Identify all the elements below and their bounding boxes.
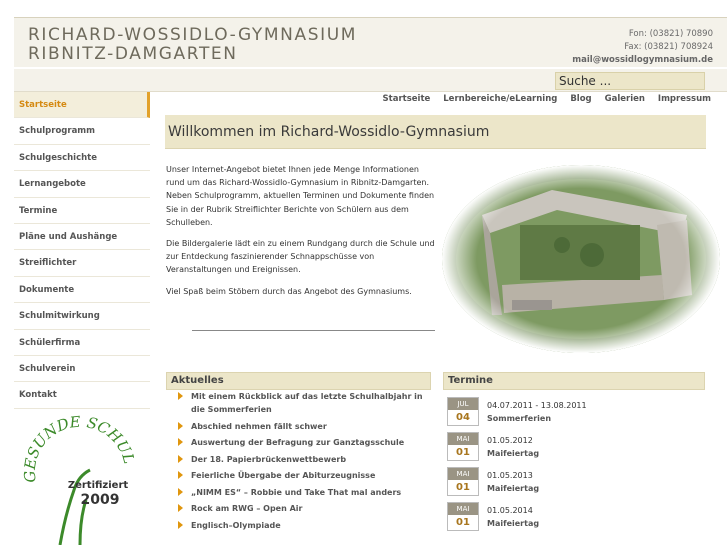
bullet-arrow-icon — [178, 438, 183, 446]
news-list: Mit einem Rückblick auf das letzte Schul… — [166, 390, 431, 535]
intro-paragraph-3: Viel Spaß beim Stöbern durch das Angebot… — [166, 286, 412, 296]
sidebar-item-schulmitwirkung[interactable]: Schulmitwirkung — [14, 303, 150, 330]
event-name: Maifeiertag — [487, 519, 540, 528]
event-date: 04.07.2011 - 13.08.2011 — [487, 401, 587, 410]
news-item[interactable]: Auswertung der Befragung zur Ganztagssch… — [166, 436, 431, 449]
sidebar-item-plaene[interactable]: Pläne und Aushänge — [14, 224, 150, 251]
logo-year: 2009 — [81, 492, 120, 508]
topnav-blog[interactable]: Blog — [570, 94, 591, 104]
top-nav: Startseite Lernbereiche/eLearning Blog G… — [373, 94, 711, 104]
topnav-galerien[interactable]: Galerien — [605, 94, 645, 104]
calendar-icon: MAI 01 — [447, 432, 479, 461]
news-item[interactable]: Abschied nehmen fällt schwer — [166, 420, 431, 433]
sidebar-item-streiflichter[interactable]: Streiflichter — [14, 250, 150, 277]
news-item[interactable]: Feierliche Übergabe der Abiturzeugnisse — [166, 469, 431, 482]
school-name-line2: RIBNITZ-DAMGARTEN — [28, 44, 238, 64]
intro-paragraph-1: Unser Internet-Angebot bietet Ihnen jede… — [166, 165, 435, 227]
calendar-icon: JUL 04 — [447, 397, 479, 426]
sidebar-item-lernangebote[interactable]: Lernangebote — [14, 171, 150, 198]
logo-arc-text: GESUNDE SCHULE — [22, 412, 134, 483]
intro-paragraph-2: Die Bildergalerie lädt ein zu einem Rund… — [166, 239, 435, 275]
bullet-arrow-icon — [178, 504, 183, 512]
sidebar-item-schulgeschichte[interactable]: Schulgeschichte — [14, 145, 150, 172]
news-item[interactable]: Rock am RWG – Open Air — [166, 502, 431, 515]
sidebar-item-termine[interactable]: Termine — [14, 198, 150, 224]
divider — [192, 330, 435, 331]
calendar-icon: MAI 01 — [447, 467, 479, 496]
sidebar-item-kontakt[interactable]: Kontakt — [14, 382, 150, 409]
event-item[interactable]: MAI 01 01.05.2013 Maifeiertag — [445, 465, 705, 500]
bullet-arrow-icon — [178, 471, 183, 479]
school-aerial-photo — [442, 165, 720, 353]
event-name: Maifeiertag — [487, 484, 540, 493]
event-date: 01.05.2014 — [487, 506, 533, 515]
event-item[interactable]: MAI 01 01.05.2012 Maifeiertag — [445, 430, 705, 465]
fax: Fax: (03821) 708924 — [624, 42, 713, 52]
search-input[interactable]: Suche ... — [555, 72, 705, 90]
sidebar-item-schuelerfirma[interactable]: Schülerfirma — [14, 330, 150, 356]
intro-text: Unser Internet-Angebot bietet Ihnen jede… — [166, 163, 436, 306]
event-item[interactable]: MAI 01 01.05.2014 Maifeiertag — [445, 500, 705, 535]
event-item[interactable]: JUL 04 04.07.2011 - 13.08.2011 Sommerfer… — [445, 395, 705, 430]
site-header: RICHARD-WOSSIDLO-GYMNASIUM RIBNITZ-DAMGA… — [14, 17, 727, 67]
bullet-arrow-icon — [178, 421, 183, 430]
email-link[interactable]: mail@wossidlogymnasium.de — [572, 54, 713, 67]
logo-certified: Zertifiziert — [68, 480, 129, 491]
topnav-impressum[interactable]: Impressum — [658, 94, 711, 104]
topnav-lernbereiche[interactable]: Lernbereiche/eLearning — [443, 94, 557, 104]
bullet-arrow-icon — [178, 392, 183, 400]
events-list: JUL 04 04.07.2011 - 13.08.2011 Sommerfer… — [445, 395, 705, 535]
sidebar-item-schulprogramm[interactable]: Schulprogramm — [14, 118, 150, 145]
contact-info: Fon: (03821) 70890 Fax: (03821) 708924 m… — [572, 28, 713, 67]
news-panel-title: Aktuelles — [166, 372, 431, 390]
sidebar-item-startseite[interactable]: Startseite — [14, 92, 150, 119]
school-name[interactable]: RICHARD-WOSSIDLO-GYMNASIUM RIBNITZ-DAMGA… — [28, 26, 357, 64]
bullet-arrow-icon — [178, 487, 183, 496]
gesunde-schule-logo: GESUNDE SCHULE Zertifiziert 2009 — [22, 412, 134, 545]
topnav-startseite[interactable]: Startseite — [383, 94, 431, 104]
sidebar-nav: Startseite Schulprogramm Schulgeschichte… — [14, 92, 150, 409]
news-item[interactable]: Mit einem Rückblick auf das letzte Schul… — [166, 390, 431, 416]
sidebar-item-schulverein[interactable]: Schulverein — [14, 356, 150, 383]
welcome-header: Willkommen im Richard-Wossidlo-Gymnasium — [165, 115, 706, 149]
calendar-icon: MAI 01 — [447, 502, 479, 531]
bullet-arrow-icon — [178, 454, 183, 463]
event-date: 01.05.2012 — [487, 436, 533, 445]
school-name-line1: RICHARD-WOSSIDLO-GYMNASIUM — [28, 25, 358, 45]
news-item[interactable]: Der 18. Papierbrückenwettbewerb — [166, 453, 431, 466]
event-date: 01.05.2013 — [487, 471, 533, 480]
bullet-arrow-icon — [178, 520, 183, 529]
news-item[interactable]: „NIMM ES“ – Robbie und Take That mal and… — [166, 486, 431, 499]
phone: Fon: (03821) 70890 — [628, 29, 713, 39]
sidebar-item-dokumente[interactable]: Dokumente — [14, 277, 150, 304]
news-item[interactable]: Englisch–Olympiade — [166, 519, 431, 532]
event-name: Maifeiertag — [487, 449, 540, 458]
events-panel-title: Termine — [443, 372, 705, 390]
page-title: Willkommen im Richard-Wossidlo-Gymnasium — [168, 124, 490, 140]
event-name: Sommerferien — [487, 414, 552, 423]
